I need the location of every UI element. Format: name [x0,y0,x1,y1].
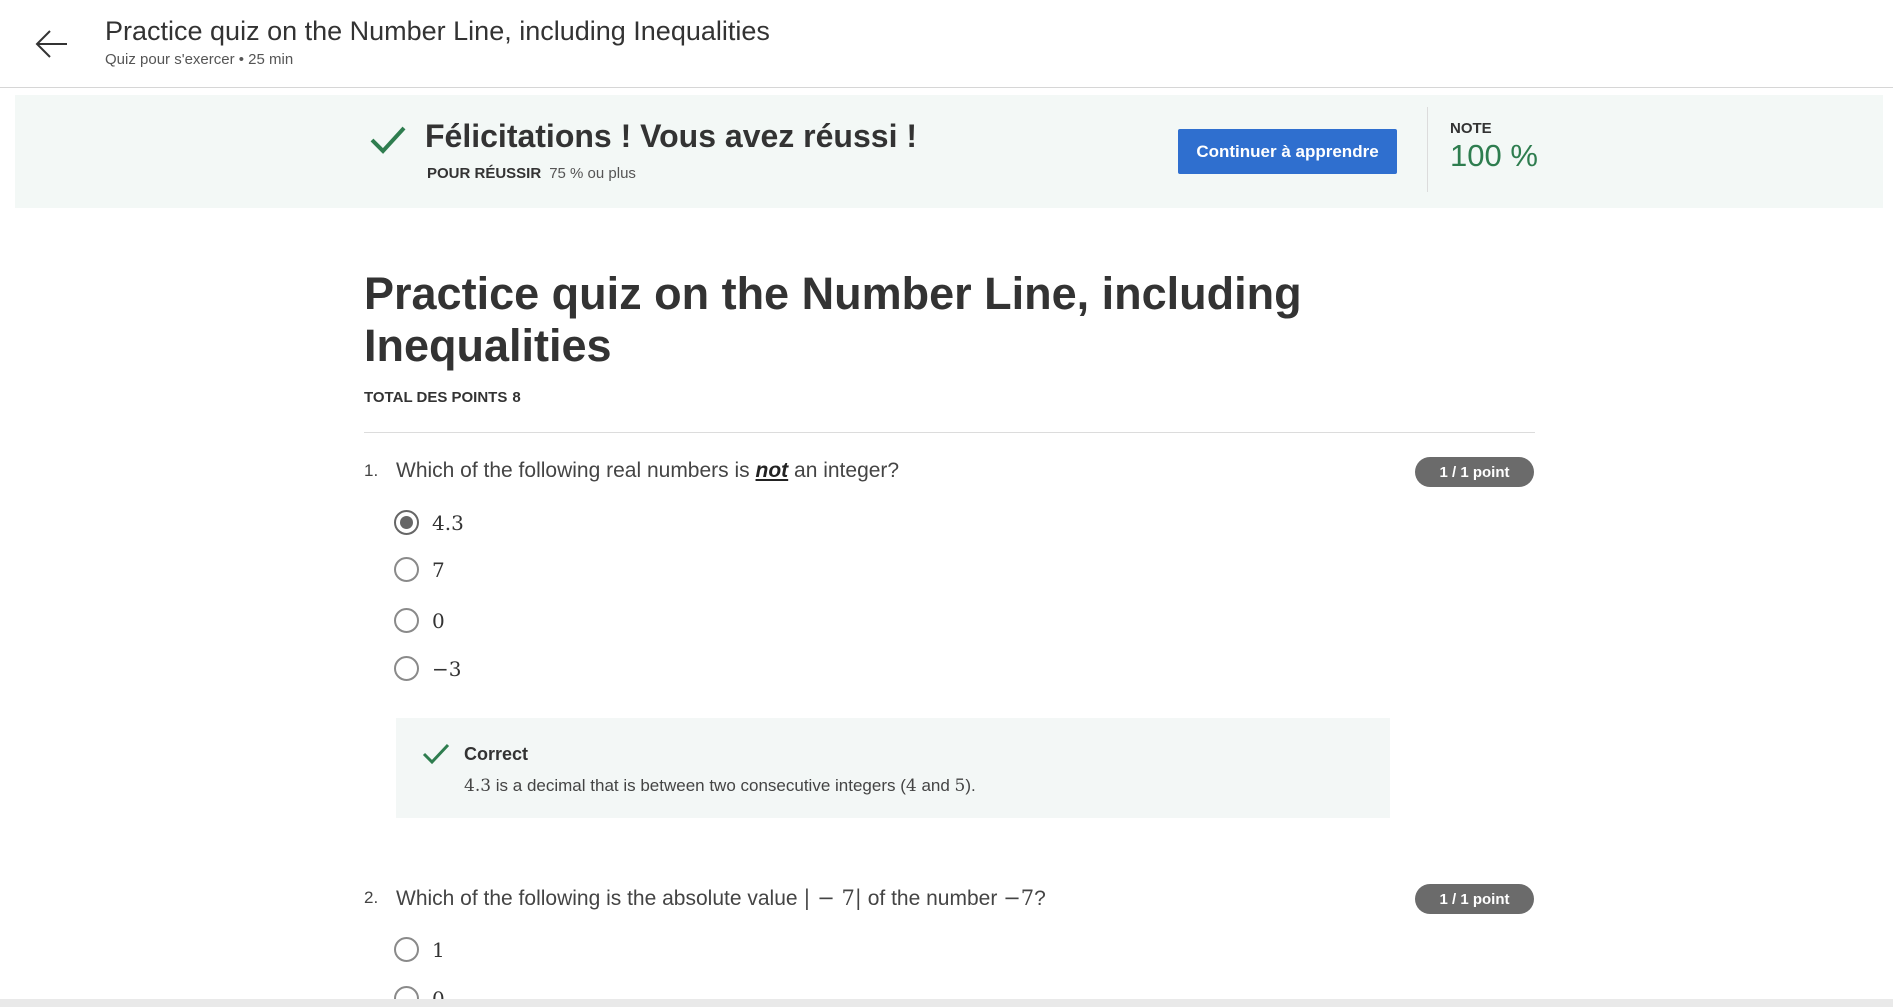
pass-requirement-value: 75 % ou plus [549,165,636,182]
feedback-text-part: is a decimal that is between two consecu… [495,776,906,795]
question-math: | − 7| [803,886,862,910]
success-message: Félicitations ! Vous avez réussi ! [425,118,917,154]
question-text-part: ? [1034,887,1046,910]
radio-dot [400,516,413,529]
question-text: Which of the following is the absolute v… [396,886,1046,911]
pass-requirement-label: POUR RÉUSSIR [427,165,542,182]
continue-learning-button[interactable]: Continuer à apprendre [1178,129,1397,174]
radio-button[interactable] [394,557,419,582]
feedback-text-part: and [921,776,950,795]
feedback-math: 5 [954,776,966,796]
back-button[interactable] [30,22,74,66]
feedback-text-part: ). [965,776,976,795]
question-number: 2. [364,888,379,907]
question-text-part: of the number [867,887,998,910]
question-math: −7 [1003,886,1035,910]
option-label: 4.3 [432,510,464,535]
total-points-label: TOTAL DES POINTS [364,389,508,406]
answer-option[interactable]: 7 [394,557,445,582]
feedback-text: 4.3 is a decimal that is between two con… [464,776,976,796]
feedback-math: 4 [905,776,917,796]
feedback-title: Correct [464,744,529,764]
grade-label: NOTE [1450,120,1492,137]
answer-option[interactable]: 1 [394,937,445,962]
answer-option[interactable]: 4.3 [394,510,464,535]
horizontal-scrollbar[interactable] [0,999,1893,1007]
question-emphasis: not [755,459,789,482]
question-text-part: an integer? [794,459,900,482]
arrow-left-icon [35,30,67,58]
option-label: 1 [432,937,445,962]
points-badge: 1 / 1 point [1415,457,1534,487]
result-banner [15,95,1883,208]
pass-requirement: POUR RÉUSSIR 75 % ou plus [427,165,636,182]
option-label: 7 [432,557,445,582]
page-subtitle: Quiz pour s'exercer • 25 min [105,51,294,68]
top-bar: Practice quiz on the Number Line, includ… [0,0,1893,88]
divider [364,432,1535,433]
radio-button[interactable] [394,656,419,681]
divider [1427,107,1428,192]
points-badge: 1 / 1 point [1415,884,1534,914]
total-points: TOTAL DES POINTS 8 [364,389,521,406]
answer-option[interactable]: 0 [394,608,445,633]
radio-button-selected[interactable] [394,510,419,535]
answer-option[interactable]: −3 [394,656,461,681]
grade-value: 100 % [1450,138,1538,173]
quiz-title: Practice quiz on the Number Line, includ… [364,268,1302,371]
question-text: Which of the following real numbers is n… [396,459,899,483]
radio-button[interactable] [394,608,419,633]
option-label: 0 [432,608,445,633]
question-text-part: Which of the following real numbers is [396,459,750,482]
total-points-value: 8 [512,389,521,406]
page-title: Practice quiz on the Number Line, includ… [105,16,770,46]
option-label: −3 [432,656,462,681]
question-number: 1. [364,461,379,480]
checkmark-icon [370,126,406,154]
feedback-math: 4.3 [464,776,492,796]
checkmark-icon [422,743,450,765]
answer-feedback: Correct 4.3 is a decimal that is between… [396,718,1390,818]
question-text-part: Which of the following is the absolute v… [396,887,798,910]
radio-button[interactable] [394,937,419,962]
